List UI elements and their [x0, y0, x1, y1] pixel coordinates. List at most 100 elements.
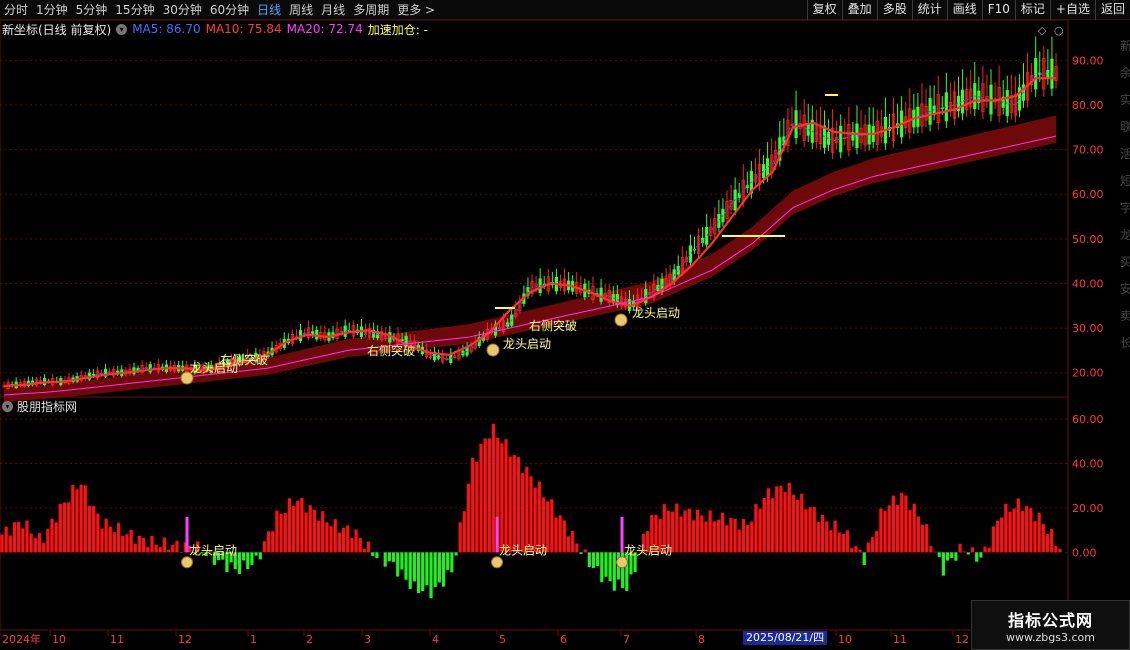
indicator-bar-8 — [33, 538, 37, 553]
indicator-bar-122 — [508, 456, 512, 553]
right-edge-char-10: 卖 — [1120, 309, 1130, 323]
candle-body-124 — [506, 322, 510, 327]
indicator-bar-147 — [612, 552, 616, 591]
period-tab-1[interactable]: 1分钟 — [32, 0, 72, 20]
period-tab-5[interactable]: 60分钟 — [206, 0, 253, 20]
chart-area[interactable]: 90.00 80.00 70.00 60.00 50.00 40.00 30.00 20.00… — [0, 20, 1130, 650]
tool-button-5[interactable]: F10 — [981, 0, 1015, 20]
indicator-bar-62 — [258, 552, 262, 560]
tool-button-2[interactable]: 多股 — [876, 0, 912, 20]
right-edge-char-7: 龙 — [1120, 228, 1130, 242]
indicator-bar-59 — [246, 552, 250, 570]
sub-start-label-0: 龙头启动 — [189, 543, 237, 557]
period-tab-9[interactable]: 多周期 — [349, 0, 393, 20]
tool-button-1[interactable]: 叠加 — [841, 0, 877, 20]
indicator-bar-254 — [1058, 548, 1062, 553]
indicator-bar-40 — [167, 549, 171, 553]
indicator-bar-32 — [133, 543, 137, 553]
ma20-value: MA20: 72.74 — [286, 22, 363, 36]
indicator-bar-18 — [75, 489, 79, 553]
indicator-bar-124 — [516, 457, 521, 553]
indicator-bar-238 — [991, 526, 995, 553]
indicator-bar-239 — [995, 520, 1000, 553]
indicator-bar-242 — [1008, 511, 1012, 553]
indicator-bar-252 — [1050, 528, 1054, 553]
diamond-icon: ◇ — [1038, 24, 1047, 37]
indicator-bar-146 — [608, 552, 612, 582]
price-tick-6: 30.00 — [1072, 322, 1104, 335]
period-tab-3[interactable]: 15分钟 — [111, 0, 158, 20]
tool-button-8[interactable]: 返回 — [1094, 0, 1130, 20]
tool-button-4[interactable]: 画线 — [946, 0, 982, 20]
period-tab-4[interactable]: 30分钟 — [159, 0, 206, 20]
indicator-bar-185 — [770, 498, 775, 553]
tool-button-3[interactable]: 统计 — [911, 0, 947, 20]
indicator-bar-173 — [721, 512, 725, 553]
period-tab-10[interactable]: 更多 > — [393, 0, 439, 20]
indicator-bar-167 — [696, 509, 700, 553]
indicator-bar-97 — [404, 552, 408, 580]
indicator-bar-245 — [1020, 510, 1025, 553]
date-cursor-label: 2025/08/21/四 — [743, 631, 828, 645]
period-tab-2[interactable]: 5分钟 — [72, 0, 112, 20]
period-tab-7[interactable]: 周线 — [285, 0, 317, 20]
indicator-bar-195 — [812, 507, 816, 553]
indicator-bar-164 — [683, 510, 687, 553]
indicator-bar-58 — [241, 552, 246, 561]
indicator-bar-175 — [729, 517, 733, 553]
indicator-bar-116 — [483, 438, 487, 553]
indicator-bar-33 — [137, 535, 142, 553]
indicator-bar-16 — [67, 502, 71, 553]
indicator-bar-25 — [104, 518, 108, 553]
price-tick-5: 40.00 — [1072, 277, 1104, 290]
period-tab-8[interactable]: 月线 — [317, 0, 349, 20]
sub-start-label-1: 龙头启动 — [499, 543, 547, 557]
indicator-bar-142 — [591, 552, 596, 569]
indicator-bar-179 — [745, 524, 750, 553]
tool-button-0[interactable]: 复权 — [806, 0, 842, 20]
right-edge-char-9: 安 — [1120, 281, 1130, 296]
indicator-bar-115 — [479, 443, 483, 553]
indicator-bar-96 — [400, 552, 404, 570]
indicator-bar-176 — [733, 518, 737, 553]
indicator-bar-244 — [1016, 498, 1020, 553]
stock-title: 新坐标(日线 前复权) — [2, 22, 112, 37]
xaxis-label-6: 3 — [364, 633, 371, 646]
money-bag-icon-0 — [180, 371, 194, 385]
indicator-bar-133 — [554, 517, 558, 553]
period-tab-6[interactable]: 日线 — [253, 0, 285, 20]
indicator-bar-250 — [1041, 523, 1045, 553]
xaxis-label-9: 6 — [560, 633, 567, 646]
indicator-bar-13 — [54, 522, 58, 553]
indicator-bar-36 — [150, 535, 154, 553]
price-tick-2: 70.00 — [1072, 144, 1104, 157]
indicator-bar-187 — [779, 485, 783, 553]
indicator-bar-83 — [346, 525, 350, 553]
right-edge-char-0: 新 — [1120, 38, 1130, 53]
sub-tick-3: 0.00 — [1072, 546, 1097, 559]
indicator-bar-241 — [1004, 503, 1008, 553]
indicator-bar-224 — [933, 551, 937, 553]
indicator-bar-205 — [854, 546, 858, 553]
indicator-bar-123 — [512, 455, 516, 553]
indicator-bar-114 — [475, 461, 479, 553]
candle-body-166 — [676, 265, 680, 275]
indicator-bar-132 — [550, 499, 554, 553]
sub-tick-1: 40.00 — [1072, 458, 1104, 471]
indicator-bar-6 — [25, 520, 29, 553]
candle-body-188 — [766, 158, 770, 177]
indicator-bar-121 — [504, 439, 508, 553]
price-chart[interactable]: 90.0080.0070.0060.0050.0040.0030.0020.00… — [0, 20, 1130, 650]
indicator-bar-214 — [891, 495, 895, 553]
tool-button-7[interactable]: +自选 — [1049, 0, 1095, 20]
indicator-bar-236 — [983, 546, 987, 553]
period-tab-0[interactable]: 分时 — [0, 0, 32, 20]
indicator-bar-9 — [37, 533, 42, 553]
indicator-bar-188 — [783, 492, 787, 553]
indicator-bar-69 — [287, 498, 292, 553]
settings-dot-icon[interactable]: ▾ — [116, 23, 128, 35]
sub-settings-dot-icon[interactable]: ▾ — [2, 400, 13, 412]
indicator-bar-81 — [337, 532, 341, 553]
tool-button-6[interactable]: 标记 — [1014, 0, 1050, 20]
indicator-bar-86 — [358, 537, 362, 553]
